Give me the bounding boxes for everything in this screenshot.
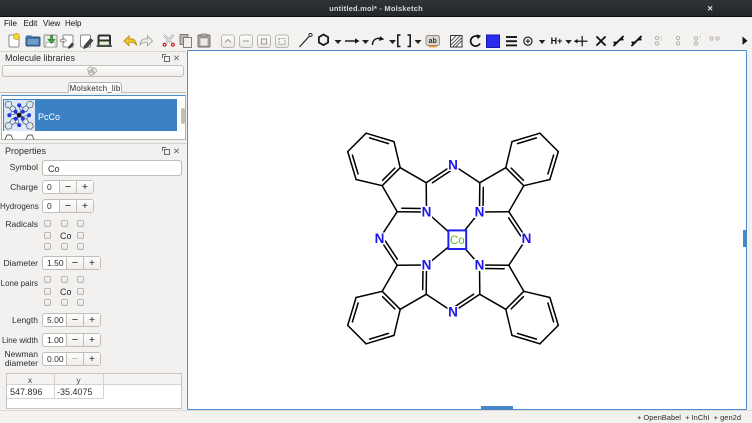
svg-text:N: N <box>448 158 458 173</box>
svg-text:N: N <box>422 258 432 273</box>
svg-text:N: N <box>475 258 485 273</box>
svg-text:N: N <box>375 231 385 246</box>
svg-text:N: N <box>475 205 485 220</box>
svg-text:N: N <box>448 305 458 320</box>
svg-text:N: N <box>522 231 532 246</box>
svg-text:N: N <box>422 205 432 220</box>
svg-text:Co: Co <box>450 235 465 247</box>
